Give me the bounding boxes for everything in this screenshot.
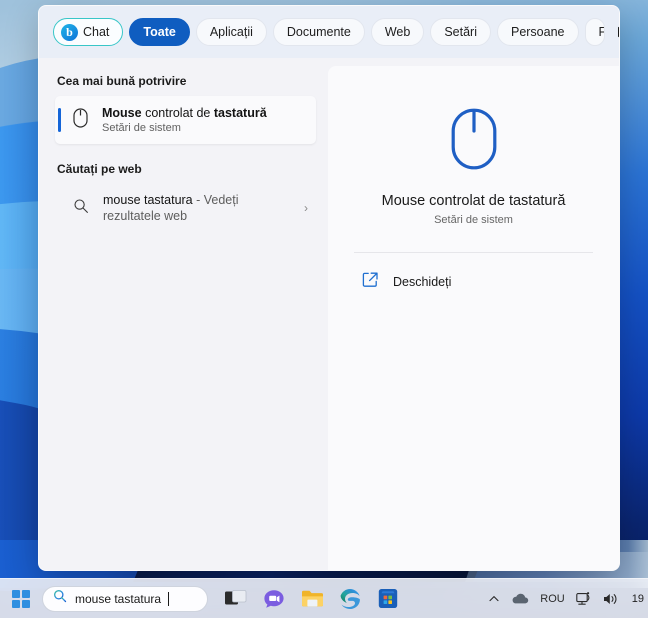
web-search-heading: Căutați pe web [57,162,142,176]
result-item-mouse-keys[interactable]: Mouse controlat de tastatură Setări de s… [55,96,316,144]
language-indicator[interactable]: ROU [540,593,564,605]
mouse-icon [73,107,88,133]
chevron-up-icon[interactable] [488,593,500,605]
search-results-area: Cea mai bună potrivire Mouse controlat d… [39,58,619,570]
taskbar-search-input[interactable]: mouse tastatura [42,585,208,612]
taskbar: mouse tastatura ROU 19 [0,578,648,618]
microsoft-store-icon[interactable] [376,587,400,611]
clock[interactable]: 19 [632,593,644,605]
result-item-title: Mouse controlat de tastatură [102,106,267,121]
start-button[interactable] [8,586,34,612]
tab-web[interactable]: Web [370,18,425,46]
best-match-heading: Cea mai bună potrivire [57,74,187,88]
tab-chat[interactable]: b Chat [53,18,124,46]
file-explorer-icon[interactable] [300,587,324,611]
system-tray: ROU 19 [488,591,648,606]
tab-toate-label: Toate [143,25,176,39]
tab-folder-partial-label: F [599,25,604,39]
tab-toate[interactable]: Toate [129,18,190,46]
tab-setari-label: Setări [444,25,477,39]
open-external-icon [362,271,379,293]
result-title-middle: controlat de [141,105,214,120]
network-icon[interactable] [576,591,592,606]
taskbar-search-value: mouse tastatura [75,591,162,606]
volume-icon[interactable] [603,592,619,606]
result-item-subtitle: Setări de sistem [102,121,181,134]
selection-indicator [58,108,61,132]
search-flyout: b Chat Toate Aplicații Documente Web Set… [38,5,620,571]
mouse-icon [451,108,497,175]
tab-persoane[interactable]: Persoane [496,18,579,46]
tab-chat-label: Chat [83,25,110,39]
tab-documente[interactable]: Documente [272,18,365,46]
search-icon [53,589,67,608]
results-list-pane: Cea mai bună potrivire Mouse controlat d… [39,58,328,570]
preview-title: Mouse controlat de tastatură [381,193,566,209]
search-icon [73,198,89,219]
task-view-icon[interactable] [224,587,248,611]
result-title-match-2: tastatură [213,105,267,120]
chat-teams-icon[interactable] [262,587,286,611]
text-caret [168,591,170,606]
chevron-right-icon[interactable]: › [304,201,308,215]
web-result-query: mouse tastatura [103,193,193,207]
tab-documente-label: Documente [286,25,351,39]
taskbar-pinned-icons [224,587,400,611]
preview-divider [354,252,593,253]
edge-icon[interactable] [338,587,362,611]
cloud-icon[interactable] [511,592,529,605]
tab-persoane-label: Persoane [510,25,565,39]
tab-aplicatii-label: Aplicații [209,25,253,39]
play-right-icon[interactable] [613,19,619,45]
open-action-label: Deschideți [393,275,452,289]
tab-folder-partial[interactable]: F [584,18,605,46]
open-action-button[interactable]: Deschideți [354,261,593,303]
result-title-match-1: Mouse [102,105,142,120]
preview-subtitle: Setări de sistem [434,214,513,226]
tab-web-label: Web [384,25,411,39]
web-result-item[interactable]: mouse tastatura - Vedeți rezultatele web… [55,184,316,232]
tab-aplicatii[interactable]: Aplicații [195,18,267,46]
bing-icon: b [61,23,78,41]
preview-pane: Mouse controlat de tastatură Setări de s… [328,66,619,570]
web-result-text: mouse tastatura - Vedeți rezultatele web [103,192,290,224]
result-item-text: Mouse controlat de tastatură Setări de s… [102,106,267,135]
tab-setari[interactable]: Setări [430,18,491,46]
search-filter-tabbar: b Chat Toate Aplicații Documente Web Set… [39,6,619,58]
